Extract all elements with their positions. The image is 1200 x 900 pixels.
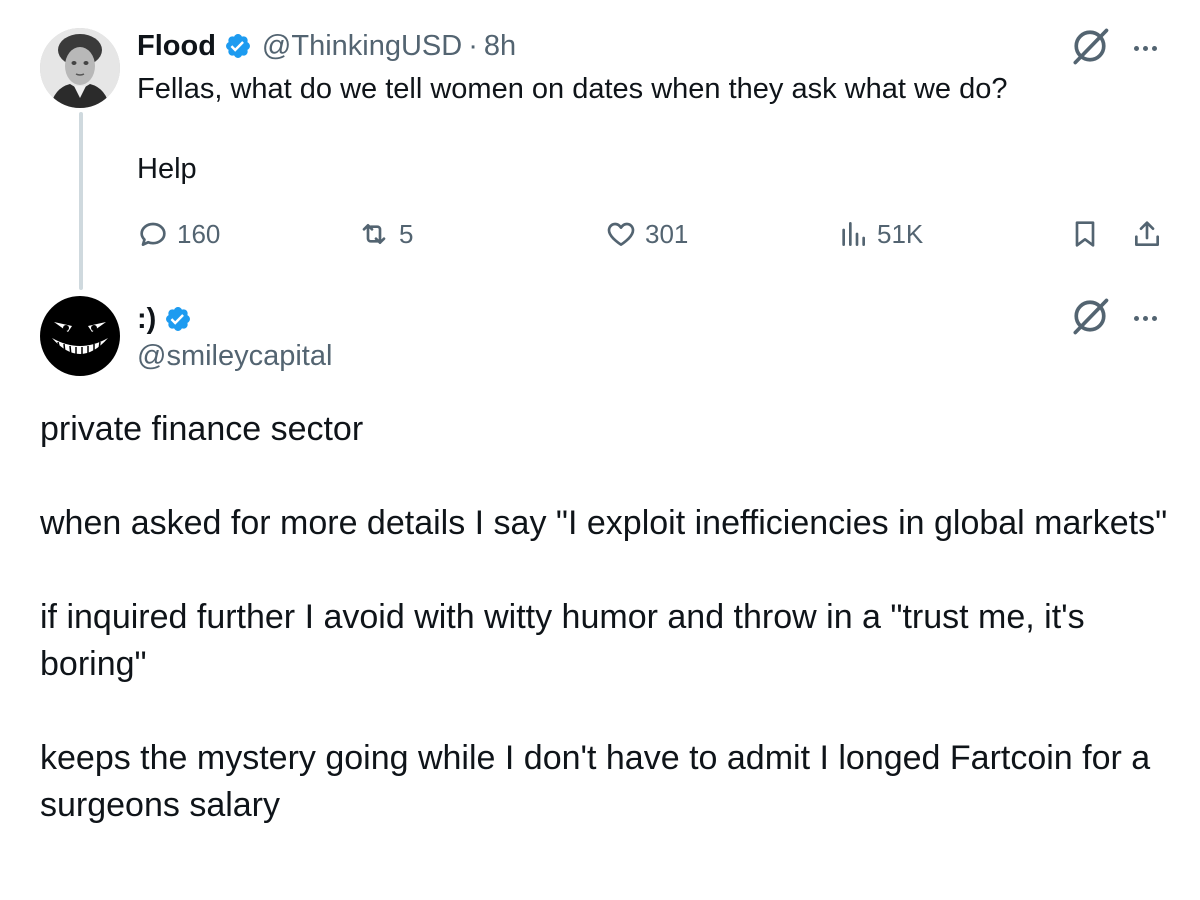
thread-connector-line [79, 112, 83, 290]
views-icon [842, 222, 865, 246]
more-icon[interactable] [1134, 45, 1157, 51]
display-name[interactable]: :) [137, 303, 156, 336]
grok-icon[interactable] [1068, 294, 1112, 343]
repost-icon [362, 224, 386, 244]
verified-badge-icon [225, 34, 250, 58]
tweet2-header: :) [137, 299, 192, 339]
more-icon[interactable] [1134, 315, 1157, 321]
separator-dot: · [468, 29, 478, 62]
reply-count: 160 [177, 218, 221, 249]
repost-count: 5 [399, 218, 414, 249]
tweet2-paragraph: private finance sector [40, 410, 364, 448]
tweet1-text: Fellas, what do we tell women on dates w… [137, 73, 1008, 105]
display-name[interactable]: Flood [137, 30, 216, 63]
tweet2-text: private finance sector when asked for mo… [40, 406, 1170, 876]
timestamp[interactable]: 8h [484, 30, 516, 63]
avatar-flood[interactable] [40, 28, 120, 108]
grok-icon[interactable] [1068, 24, 1112, 73]
tweet2-paragraph: when asked for more details I say "I exp… [40, 504, 1168, 542]
tweet1-action-bar: 160 5 301 51K [137, 212, 1167, 256]
reply-icon [140, 222, 166, 246]
handle[interactable]: @smileycapital [137, 340, 332, 373]
tweet1-header: Flood @ThinkingUSD · 8h [137, 28, 516, 64]
like-button[interactable]: 301 [605, 212, 688, 256]
tweet2-top-actions [1068, 296, 1157, 340]
reply-button[interactable]: 160 [137, 212, 220, 256]
tweet1-text-line2: Help [137, 153, 197, 185]
tweet2-paragraph: keeps the mystery going while I don't ha… [40, 739, 1151, 824]
like-icon [607, 222, 635, 246]
share-icon [1135, 221, 1159, 246]
tweet1-top-actions [1068, 26, 1157, 70]
views-button[interactable]: 51K [837, 212, 923, 256]
views-count: 51K [877, 218, 924, 249]
bookmark-button[interactable] [1069, 212, 1101, 256]
avatar-smileycapital[interactable] [40, 296, 120, 376]
handle[interactable]: @ThinkingUSD [262, 30, 462, 63]
repost-button[interactable]: 5 [357, 212, 413, 256]
tweet2-paragraph: if inquired further I avoid with witty h… [40, 598, 1085, 683]
bookmark-icon [1075, 221, 1095, 247]
verified-badge-icon [166, 307, 191, 331]
like-count: 301 [645, 218, 689, 249]
share-button[interactable] [1131, 212, 1163, 256]
